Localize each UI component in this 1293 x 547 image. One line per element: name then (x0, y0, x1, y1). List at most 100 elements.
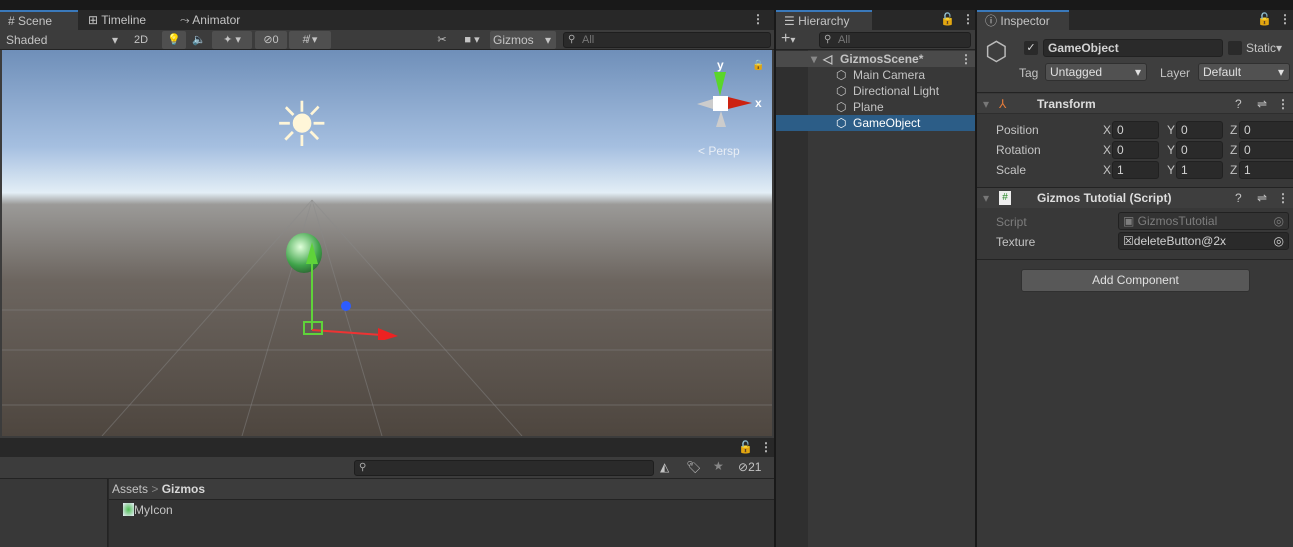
tab-inspector[interactable]: ⓘ Inspector (977, 10, 1069, 30)
help-icon[interactable]: ? (1235, 188, 1242, 208)
tab-hierarchy[interactable]: ☰ Hierarchy (776, 10, 872, 30)
hierarchy-item-selected[interactable]: ⬡ GameObject (776, 115, 975, 131)
grid-toggle[interactable]: #̸ ▾ (289, 31, 331, 49)
gizmos-dropdown[interactable]: Gizmos ▾ (490, 31, 556, 49)
scene-menu-icon[interactable]: ⋮ (960, 51, 972, 67)
component-menu-icon[interactable]: ⋮ (1277, 188, 1289, 208)
transform-header[interactable]: ▾ ⅄ Transform ? ⇌ ⋮ (977, 94, 1293, 114)
item-label: Main Camera (853, 68, 926, 82)
object-name-input[interactable]: GameObject (1043, 39, 1223, 57)
settings-icon[interactable]: ⇌ (1257, 188, 1267, 208)
script-header[interactable]: ▾ # Gizmos Tutotial (Script) ? ⇌ ⋮ (977, 188, 1293, 208)
position-z-input[interactable]: 0 (1239, 121, 1293, 139)
lock-icon[interactable]: 🔓 (738, 440, 753, 454)
lock-icon[interactable]: 🔓 (940, 12, 955, 26)
component-menu-icon[interactable]: ⋮ (1277, 94, 1289, 114)
cube-icon[interactable]: ⬡ (985, 36, 1008, 67)
project-search-input[interactable] (354, 460, 654, 476)
scene-panel: # Scene ⊞ Timeline ⤳ Animator ⋮ Shaded ▾ … (0, 10, 774, 438)
audio-toggle[interactable]: 🔈 (187, 31, 211, 49)
lock-icon[interactable]: 🔒 (752, 60, 764, 71)
lighting-toggle[interactable]: 💡 (162, 31, 186, 49)
axis-label-x[interactable]: X (1103, 163, 1111, 177)
tab-animator[interactable]: ⤳ Animator (172, 10, 248, 30)
hidden-packages-toggle[interactable]: ⊘21 (738, 460, 761, 474)
shading-dropdown[interactable]: Shaded ▾ (0, 31, 124, 49)
tab-timeline[interactable]: ⊞ Timeline (80, 10, 154, 30)
rotation-y-input[interactable]: 0 (1176, 141, 1223, 159)
effects-toggle[interactable]: ✦ ▾ (212, 31, 252, 49)
axis-y-label: y (717, 58, 724, 72)
transform-row-label: Scale (996, 163, 1027, 177)
more-menu-icon[interactable]: ⋮ (760, 440, 772, 454)
more-menu-icon[interactable]: ⋮ (1279, 12, 1291, 26)
lock-icon[interactable]: 🔓 (1257, 12, 1272, 26)
hierarchy-item[interactable]: ⬡ Directional Light (776, 83, 975, 99)
hierarchy-item[interactable]: ⬡ Plane (776, 99, 975, 115)
axis-label-y[interactable]: Y (1167, 163, 1175, 177)
axis-label-z[interactable]: Z (1230, 143, 1237, 157)
asset-item-myicon[interactable]: MyIcon (123, 503, 173, 517)
filter-label-icon[interactable]: 🏷 (686, 460, 701, 474)
filter-type-icon[interactable]: ◭ (660, 460, 669, 474)
texture-field[interactable]: ☒deleteButton@2x ◎ (1118, 232, 1289, 250)
scale-x-input[interactable]: 1 (1112, 161, 1159, 179)
static-dropdown[interactable]: Static▾ (1246, 41, 1282, 55)
item-label: Directional Light (853, 84, 940, 98)
object-picker-icon[interactable]: ◎ (1274, 233, 1284, 249)
asset-name: MyIcon (134, 503, 173, 517)
item-label: Plane (853, 100, 884, 114)
position-x-input[interactable]: 0 (1112, 121, 1159, 139)
tools-icon[interactable]: ✂ (430, 31, 454, 49)
help-icon[interactable]: ? (1235, 94, 1242, 114)
tab-label: Timeline (101, 13, 147, 27)
scene-search-input[interactable]: All (563, 32, 771, 48)
axis-label-y[interactable]: Y (1167, 143, 1175, 157)
rotation-x-input[interactable]: 0 (1112, 141, 1159, 159)
transform-handle[interactable] (292, 240, 402, 340)
transform-row-label: Rotation (996, 143, 1041, 157)
rotation-z-input[interactable]: 0 (1239, 141, 1293, 159)
breadcrumb-assets[interactable]: Assets (112, 482, 148, 496)
cube-icon: ⬡ (836, 116, 847, 130)
scene-row[interactable]: ▾ ◁ GizmosScene* ⋮ (776, 51, 975, 67)
tab-scene[interactable]: # Scene (0, 10, 78, 30)
settings-icon[interactable]: ⇌ (1257, 94, 1267, 114)
axis-label-z[interactable]: Z (1230, 163, 1237, 177)
tag-dropdown[interactable]: Untagged (1045, 63, 1147, 81)
top-toolbar (0, 0, 1293, 10)
2d-toggle[interactable]: 2D (128, 31, 154, 49)
hidden-objects-toggle[interactable]: ⊘0 (255, 31, 287, 49)
script-icon: # (999, 191, 1011, 205)
scale-z-input[interactable]: 1 (1239, 161, 1293, 179)
camera-dropdown[interactable]: ■ ▾ (456, 31, 488, 49)
more-menu-icon[interactable]: ⋮ (752, 12, 764, 26)
hierarchy-search-input[interactable]: All (819, 32, 971, 48)
persp-label: Persp (708, 144, 740, 158)
favorite-star-icon[interactable]: ★ (713, 459, 724, 473)
more-menu-icon[interactable]: ⋮ (962, 12, 974, 26)
layer-dropdown[interactable]: Default (1198, 63, 1290, 81)
position-y-input[interactable]: 0 (1176, 121, 1223, 139)
breadcrumb-gizmos[interactable]: Gizmos (162, 482, 205, 496)
cube-icon: ⬡ (836, 68, 847, 82)
axis-label-x[interactable]: X (1103, 123, 1111, 137)
component-title: Gizmos Tutotial (Script) (1037, 191, 1172, 205)
scene-viewport[interactable]: ☀ y x 🔒 < Persp (2, 50, 772, 436)
projection-toggle[interactable]: < Persp (698, 144, 740, 158)
object-picker-icon: ◎ (1273, 214, 1284, 228)
axis-label-z[interactable]: Z (1230, 123, 1237, 137)
static-checkbox[interactable] (1228, 41, 1242, 55)
axis-label-y[interactable]: Y (1167, 123, 1175, 137)
axis-label-x[interactable]: X (1103, 143, 1111, 157)
add-component-button[interactable]: Add Component (1021, 269, 1250, 292)
project-folder-tree[interactable] (0, 479, 108, 547)
create-button[interactable]: +▾ (781, 30, 795, 50)
script-label: Script (996, 215, 1027, 229)
active-checkbox[interactable]: ✓ (1024, 41, 1038, 55)
hierarchy-item[interactable]: ⬡ Main Camera (776, 67, 975, 83)
gizmos-label: Gizmos (493, 33, 534, 47)
transform-icon: ⅄ (999, 97, 1007, 111)
scale-y-input[interactable]: 1 (1176, 161, 1223, 179)
object-header: ⬡ ✓ GameObject Static▾ Tag Untagged Laye… (977, 30, 1293, 93)
